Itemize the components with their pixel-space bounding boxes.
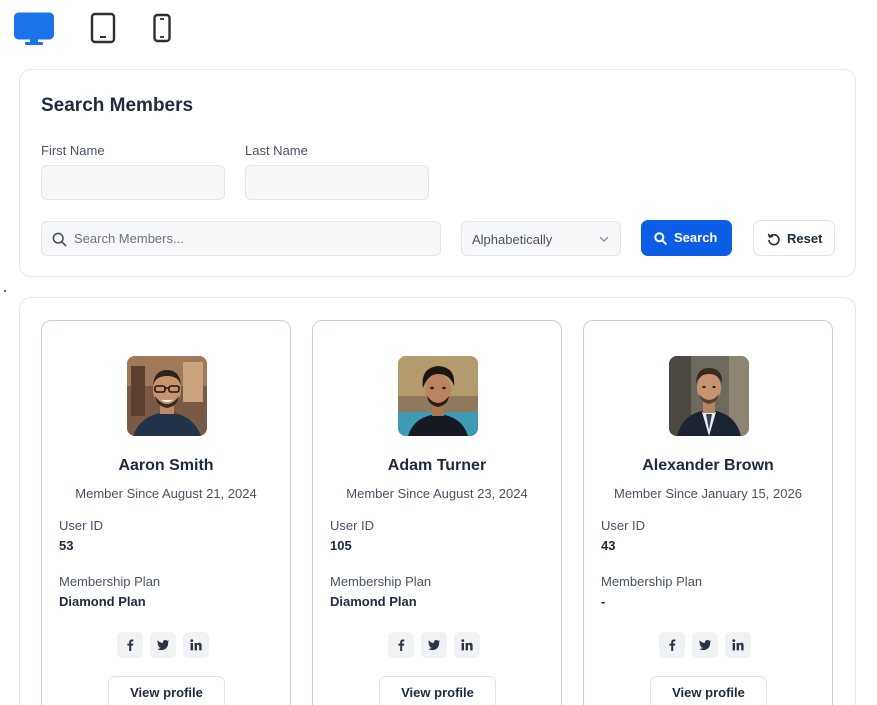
facebook-icon[interactable] — [117, 632, 143, 658]
member-name: Aaron Smith — [118, 457, 214, 474]
linkedin-icon[interactable] — [183, 632, 209, 658]
twitter-icon[interactable] — [692, 632, 718, 658]
member-card: Alexander Brown Member Since January 15,… — [583, 320, 833, 705]
reset-icon — [767, 233, 780, 246]
search-button-label: Search — [674, 230, 718, 245]
social-links — [584, 632, 832, 658]
user-id-label: User ID — [330, 518, 375, 533]
search-members-box[interactable] — [41, 221, 441, 256]
facebook-icon[interactable] — [388, 632, 414, 658]
twitter-icon[interactable] — [150, 632, 176, 658]
membership-plan-label: Membership Plan — [330, 574, 432, 589]
member-card: Aaron Smith Member Since August 21, 2024… — [41, 320, 291, 705]
desktop-icon[interactable] — [14, 12, 54, 48]
search-panel: Search Members First Name Last Name Alph… — [19, 69, 856, 277]
social-links — [313, 632, 561, 658]
avatar — [398, 356, 478, 436]
chevron-down-icon — [599, 236, 609, 242]
view-profile-button[interactable]: View profile — [379, 676, 496, 705]
facebook-icon[interactable] — [659, 632, 685, 658]
membership-plan-label: Membership Plan — [59, 574, 161, 589]
member-since: Member Since August 23, 2024 — [346, 486, 528, 501]
sort-selected-value: Alphabetically — [472, 232, 553, 247]
member-name: Adam Turner — [387, 457, 487, 474]
social-links — [42, 632, 290, 658]
view-profile-button[interactable]: View profile — [108, 676, 225, 705]
tablet-icon[interactable] — [90, 12, 116, 44]
view-profile-button[interactable]: View profile — [650, 676, 767, 705]
user-id-value: 105 — [330, 538, 352, 553]
membership-plan-label: Membership Plan — [601, 574, 703, 589]
member-card: Adam Turner Member Since August 23, 2024… — [312, 320, 562, 705]
twitter-icon[interactable] — [421, 632, 447, 658]
membership-plan-value: Diamond Plan — [59, 594, 146, 609]
reset-button[interactable]: Reset — [753, 220, 835, 256]
membership-plan-value: Diamond Plan — [330, 594, 417, 609]
search-icon — [654, 232, 667, 245]
member-since: Member Since January 15, 2026 — [614, 486, 802, 501]
avatar — [127, 356, 207, 436]
user-id-label: User ID — [59, 518, 104, 533]
user-id-value: 43 — [601, 538, 616, 553]
user-id-label: User ID — [601, 518, 646, 533]
stray-dot — [4, 290, 6, 292]
linkedin-icon[interactable] — [454, 632, 480, 658]
last-name-label: Last Name — [245, 143, 308, 158]
linkedin-icon[interactable] — [725, 632, 751, 658]
last-name-input[interactable] — [245, 165, 429, 200]
search-members-input[interactable] — [74, 222, 434, 255]
search-button[interactable]: Search — [641, 220, 732, 256]
user-id-value: 53 — [59, 538, 74, 553]
membership-plan-value: - — [601, 594, 606, 609]
results-panel: Aaron Smith Member Since August 21, 2024… — [19, 297, 856, 705]
first-name-label: First Name — [41, 143, 105, 158]
search-title: Search Members — [41, 95, 194, 116]
search-icon — [52, 232, 67, 247]
reset-button-label: Reset — [787, 231, 823, 246]
first-name-input[interactable] — [41, 165, 225, 200]
member-name: Alexander Brown — [642, 457, 774, 474]
mobile-icon[interactable] — [152, 12, 172, 44]
member-since: Member Since August 21, 2024 — [75, 486, 257, 501]
avatar — [669, 356, 749, 436]
sort-select[interactable]: Alphabetically — [461, 221, 621, 256]
